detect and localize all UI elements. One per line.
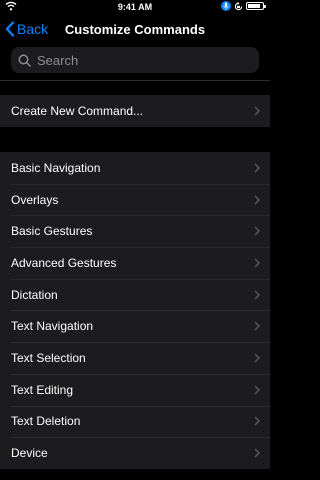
command-label: Text Editing <box>11 382 74 397</box>
command-row-text-navigation[interactable]: Text Navigation <box>0 310 270 342</box>
page-title: Customize Commands <box>64 22 206 37</box>
create-new-command-row[interactable]: Create New Command... <box>0 95 270 127</box>
command-row-text-editing[interactable]: Text Editing <box>0 373 270 406</box>
chevron-right-icon <box>254 290 260 300</box>
battery-fill <box>248 4 260 8</box>
command-row-basic-gestures[interactable]: Basic Gestures <box>0 215 270 247</box>
command-label: Basic Gestures <box>11 224 93 239</box>
chevron-right-icon <box>254 195 260 205</box>
command-row-advanced-gestures[interactable]: Advanced Gestures <box>0 247 270 279</box>
command-label: Overlays <box>11 192 59 207</box>
chevron-right-icon <box>254 106 260 116</box>
search-icon <box>18 54 31 67</box>
chevron-right-icon <box>254 226 260 236</box>
chevron-right-icon <box>254 258 260 268</box>
search-divider <box>0 80 270 81</box>
battery-icon <box>246 2 266 10</box>
chevron-right-icon <box>254 385 260 395</box>
command-row-text-selection[interactable]: Text Selection <box>0 342 270 374</box>
search-placeholder: Search <box>37 52 79 68</box>
search-field[interactable]: Search <box>11 47 259 73</box>
chevron-right-icon <box>254 416 260 426</box>
create-command-group: Create New Command... <box>0 95 270 127</box>
microphone-icon <box>221 1 231 11</box>
command-row-text-deletion[interactable]: Text Deletion <box>0 405 270 438</box>
command-label: Text Selection <box>11 350 86 365</box>
command-label: Basic Navigation <box>11 160 101 175</box>
command-row-device[interactable]: Device <box>0 437 270 469</box>
chevron-right-icon <box>254 321 260 331</box>
home-indicator-area <box>0 474 270 480</box>
command-categories-list: Basic Navigation Overlays Basic Gestures… <box>0 152 270 469</box>
command-row-basic-navigation[interactable]: Basic Navigation <box>0 152 270 184</box>
command-label: Device <box>11 446 48 461</box>
rotation-lock-icon <box>234 1 243 10</box>
status-bar: 9:41 AM <box>0 0 270 14</box>
command-label: Text Deletion <box>11 414 81 429</box>
command-row-dictation[interactable]: Dictation <box>0 278 270 311</box>
chevron-right-icon <box>254 163 260 173</box>
create-new-command-label: Create New Command... <box>11 103 144 118</box>
command-label: Dictation <box>11 287 58 302</box>
command-row-overlays[interactable]: Overlays <box>0 183 270 216</box>
navigation-bar: Back Customize Commands <box>0 16 270 44</box>
command-label: Text Navigation <box>11 319 94 334</box>
chevron-right-icon <box>254 448 260 458</box>
chevron-right-icon <box>254 353 260 363</box>
command-label: Advanced Gestures <box>11 255 117 270</box>
